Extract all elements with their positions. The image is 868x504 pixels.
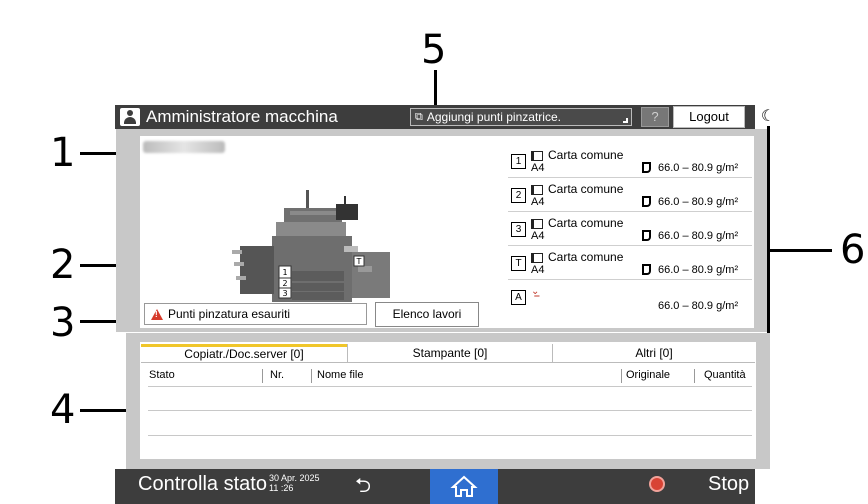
back-icon[interactable]: ⮌	[348, 474, 378, 496]
alert-text: Punti pinzatura esauriti	[168, 307, 291, 321]
date-text: 30 Apr. 2025	[269, 473, 320, 483]
alert-button[interactable]: Punti pinzatura esauriti	[144, 303, 367, 325]
printer-illustration[interactable]: 1 2 3 T	[232, 186, 410, 302]
stop-button[interactable]: Stop	[708, 473, 749, 496]
paper-type: Carta comune	[548, 182, 624, 196]
paper-size: A4	[531, 196, 545, 208]
machine-name-blurred	[143, 141, 225, 153]
table-row	[148, 386, 752, 387]
paper-weight-icon	[642, 230, 651, 241]
tray-row[interactable]: T Carta comune A4 66.0 – 80.9 g/m²	[508, 250, 752, 280]
tray-number: A	[511, 290, 526, 305]
leader-4	[80, 409, 130, 412]
column-quantity: Quantità	[704, 369, 746, 381]
home-button[interactable]	[430, 469, 498, 504]
stop-icon[interactable]	[649, 476, 665, 492]
svg-text:3: 3	[282, 289, 287, 298]
tab-printer[interactable]: Stampante [0]	[348, 344, 552, 363]
warning-icon	[151, 308, 163, 320]
screen: 1 2 3 4 5 6 Amministratore macchina ⧉ Ag…	[0, 0, 868, 504]
home-icon	[450, 475, 478, 497]
paper-weight: 66.0 – 80.9 g/m²	[658, 162, 739, 174]
tray-row[interactable]: 2 Carta comune A4 66.0 – 80.9 g/m²	[508, 182, 752, 212]
tab-other[interactable]: Altri [0]	[553, 344, 755, 363]
paper-type: Carta comune	[548, 250, 624, 264]
user-label: Amministratore macchina	[146, 107, 338, 126]
column-separator	[311, 369, 312, 383]
tray-number: 2	[511, 188, 526, 203]
notification-banner[interactable]: ⧉ Aggiungi punti pinzatrice.	[410, 108, 632, 126]
paper-weight: 66.0 – 80.9 g/m²	[658, 300, 739, 312]
paper-weight-icon	[642, 162, 651, 173]
logout-button[interactable]: Logout	[673, 106, 745, 128]
column-separator	[621, 369, 622, 383]
date-time: 30 Apr. 2025 11 :26	[269, 473, 320, 493]
svg-text:2: 2	[282, 279, 287, 288]
paper-weight: 66.0 – 80.9 g/m²	[658, 264, 739, 276]
notification-text: Aggiungi punti pinzatrice.	[426, 110, 561, 124]
bypass-tray-icon: ⌄̲	[531, 286, 540, 297]
tray-number: 3	[511, 222, 526, 237]
tray-number: T	[511, 256, 526, 271]
paper-stack-icon	[531, 185, 543, 195]
time-text: 11 :26	[269, 483, 294, 493]
callout-4: 4	[50, 387, 76, 433]
paper-weight: 66.0 – 80.9 g/m²	[658, 230, 739, 242]
check-status-button[interactable]: Controlla stato	[138, 473, 267, 496]
tray-row[interactable]: A ⌄̲ 66.0 – 80.9 g/m²	[508, 284, 752, 314]
tray-number: 1	[511, 154, 526, 169]
column-separator	[694, 369, 695, 383]
user-icon	[120, 108, 140, 126]
paper-weight-icon	[642, 264, 651, 275]
column-number: Nr.	[270, 369, 285, 381]
user-button[interactable]: Amministratore macchina	[120, 107, 338, 127]
tray-row[interactable]: 1 Carta comune A4 66.0 – 80.9 g/m²	[508, 148, 752, 178]
paper-size: A4	[531, 162, 545, 174]
tab-separator	[552, 344, 553, 363]
tab-separator	[347, 344, 348, 363]
table-row	[148, 410, 752, 411]
column-filename: Nome file	[317, 369, 364, 381]
callout-1: 1	[50, 130, 76, 176]
callout-5: 5	[421, 27, 447, 73]
stapler-icon: ⧉	[415, 110, 423, 123]
expand-corner-icon	[623, 118, 628, 123]
paper-stack-icon	[531, 253, 543, 263]
energy-saver-icon[interactable]: ☾	[754, 106, 782, 128]
table-row	[148, 435, 752, 436]
callout-2: 2	[50, 242, 76, 288]
svg-text:1: 1	[282, 268, 287, 277]
paper-size: A4	[531, 230, 545, 242]
paper-type: Carta comune	[548, 148, 624, 162]
column-original: Originale	[626, 369, 671, 381]
paper-weight: 66.0 – 80.9 g/m²	[658, 196, 739, 208]
paper-stack-icon	[531, 219, 543, 229]
paper-type: Carta comune	[548, 216, 624, 230]
paper-weight-icon	[642, 196, 651, 207]
paper-size: A4	[531, 264, 545, 276]
job-list-button[interactable]: Elenco lavori	[375, 302, 479, 327]
bracket-6	[767, 126, 770, 343]
tab-copier[interactable]: Copiatr./Doc.server [0]	[141, 344, 347, 363]
callout-3: 3	[50, 300, 76, 346]
column-status: Stato	[149, 369, 175, 381]
column-separator	[262, 369, 263, 383]
callout-6: 6	[840, 227, 866, 273]
help-button[interactable]: ?	[641, 107, 669, 127]
leader-6	[770, 249, 832, 252]
tray-row[interactable]: 3 Carta comune A4 66.0 – 80.9 g/m²	[508, 216, 752, 246]
svg-text:T: T	[356, 257, 362, 266]
paper-stack-icon	[531, 151, 543, 161]
